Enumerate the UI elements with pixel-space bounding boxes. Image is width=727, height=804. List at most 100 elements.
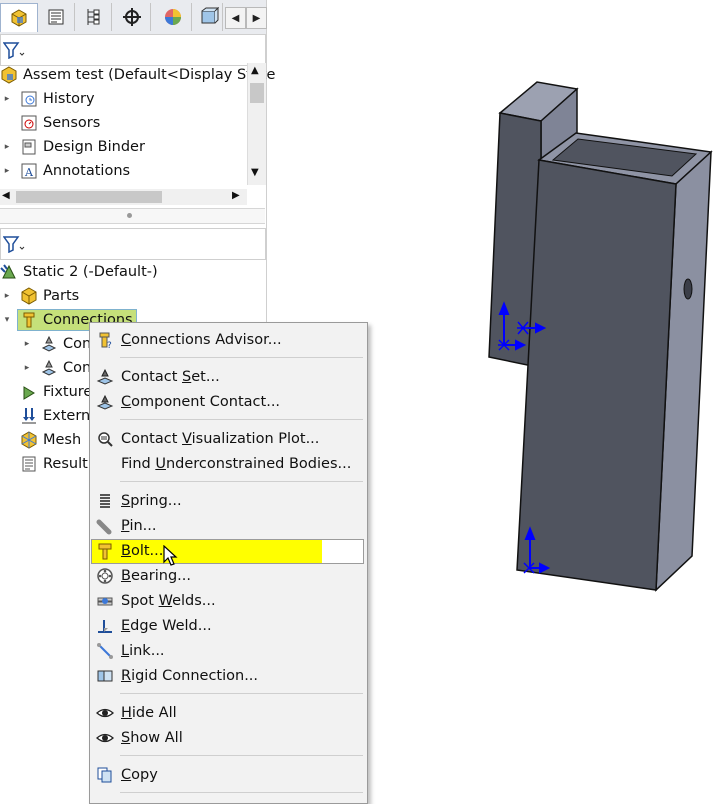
expand-arrow-icon[interactable]: ▸ xyxy=(0,166,14,176)
feature-manager-tab[interactable] xyxy=(0,3,38,32)
menu-label: Contact Visualization Plot... xyxy=(121,430,320,447)
menu-item-hide-all[interactable]: Hide All xyxy=(92,700,364,725)
menu-label: Edge Weld... xyxy=(121,617,212,634)
configuration-manager-tab[interactable] xyxy=(75,3,112,31)
menu-item-spot-welds[interactable]: Spot Welds... xyxy=(92,588,364,613)
configuration-icon xyxy=(87,9,100,25)
menu-separator xyxy=(120,693,363,694)
collapse-arrow-icon[interactable]: ▾ xyxy=(0,315,14,325)
bolt-icon xyxy=(95,541,115,561)
menu-separator xyxy=(120,755,363,756)
tab-scroll-left-button[interactable]: ◀ xyxy=(225,7,246,29)
advisor-icon: ? xyxy=(95,330,115,350)
tree-item-contact-set-2[interactable]: ▸ Con xyxy=(20,356,91,380)
feature-tree-vertical-scrollbar[interactable]: ▲ ▼ xyxy=(247,63,266,185)
static-study-icon xyxy=(0,263,18,281)
spot-weld-icon xyxy=(95,591,115,611)
model-front-box-face xyxy=(516,159,677,591)
menu-item-find-underconstrained-bodies[interactable]: Find Underconstrained Bodies... xyxy=(92,451,364,476)
menu-separator xyxy=(120,357,363,358)
menu-item-bolt[interactable]: Bolt... xyxy=(92,538,364,563)
scroll-thumb[interactable] xyxy=(16,191,162,203)
cube-tab-icon xyxy=(201,7,219,24)
menu-item-component-contact[interactable]: Component Contact... xyxy=(92,389,364,414)
expand-arrow-icon[interactable]: ▸ xyxy=(0,291,14,301)
scroll-up-icon[interactable]: ▲ xyxy=(251,65,259,76)
menu-item-edge-weld[interactable]: Edge Weld... xyxy=(92,613,364,638)
link-icon xyxy=(95,641,115,661)
property-manager-tab[interactable] xyxy=(38,3,75,31)
spring-icon xyxy=(95,491,115,511)
tree-item-label: Parts xyxy=(43,288,80,304)
menu-label: Pin... xyxy=(121,517,157,534)
tree-item-history[interactable]: ▸ History xyxy=(0,87,95,111)
fixture-icon xyxy=(20,383,38,401)
pane-splitter[interactable] xyxy=(0,208,265,224)
svg-text:A: A xyxy=(24,166,34,179)
tree-item-fixtures[interactable]: Fixtures xyxy=(0,380,100,404)
pin-icon xyxy=(95,516,115,536)
menu-item-copy[interactable]: Copy xyxy=(92,762,364,787)
history-icon xyxy=(20,90,38,108)
filter-icon xyxy=(3,236,25,253)
tree-item-sensors[interactable]: Sensors xyxy=(0,111,100,135)
tree-item-assembly-root[interactable]: Assem test (Default<Display State xyxy=(0,63,275,87)
menu-item-pin[interactable]: Pin... xyxy=(92,513,364,538)
assembly-icon xyxy=(0,66,18,84)
scroll-thumb[interactable] xyxy=(250,83,264,103)
tab-scroll-right-button[interactable]: ▶ xyxy=(246,7,267,29)
scroll-right-icon[interactable]: ▶ xyxy=(232,190,240,201)
tree-item-label: Con xyxy=(63,360,92,376)
scroll-down-icon[interactable]: ▼ xyxy=(251,167,259,178)
feature-tree-horizontal-scrollbar[interactable]: ◀ ▶ xyxy=(0,189,247,205)
connections-icon xyxy=(20,311,38,329)
menu-item-spring[interactable]: Spring... xyxy=(92,488,364,513)
tree-item-label: Design Binder xyxy=(43,139,145,155)
tree-item-external-loads[interactable]: Externa xyxy=(0,404,99,428)
menu-label: Bearing... xyxy=(121,567,191,584)
result-options-icon xyxy=(20,455,38,473)
expand-arrow-icon[interactable]: ▸ xyxy=(0,142,14,152)
menu-label: Hide All xyxy=(121,704,177,721)
splitter-grip-icon xyxy=(127,213,132,218)
eye-icon xyxy=(95,703,115,723)
filter-icon xyxy=(3,42,25,59)
menu-separator xyxy=(120,481,363,482)
dimxpert-tab[interactable] xyxy=(114,3,151,31)
expand-arrow-icon[interactable]: ▸ xyxy=(20,339,34,349)
tree-item-design-binder[interactable]: ▸ Design Binder xyxy=(0,135,145,159)
menu-item-link[interactable]: Link... xyxy=(92,638,364,663)
scroll-left-icon[interactable]: ◀ xyxy=(2,190,10,201)
menu-separator xyxy=(120,792,363,793)
menu-item-show-all[interactable]: Show All xyxy=(92,725,364,750)
menu-label: Rigid Connection... xyxy=(121,667,259,684)
menu-label: Copy xyxy=(121,766,158,783)
extra-tab[interactable] xyxy=(196,3,223,31)
menu-label: Spot Welds... xyxy=(121,592,216,609)
menu-label: Find Underconstrained Bodies... xyxy=(121,455,352,472)
menu-label: Component Contact... xyxy=(121,393,281,410)
tree-item-static-study[interactable]: Static 2 (-Default-) xyxy=(0,260,158,284)
simulation-tree-filter[interactable] xyxy=(0,228,266,260)
expand-arrow-icon[interactable]: ▸ xyxy=(20,363,34,373)
menu-label: Show All xyxy=(121,729,183,746)
feature-tree-filter[interactable] xyxy=(0,34,266,66)
menu-label: Contact Set... xyxy=(121,368,220,385)
display-manager-tab[interactable] xyxy=(155,3,192,31)
menu-item-contact-visualization-plot[interactable]: Contact Visualization Plot... xyxy=(92,426,364,451)
tree-item-parts[interactable]: ▸ Parts xyxy=(0,284,79,308)
tree-item-label: Mesh xyxy=(43,432,82,448)
expand-arrow-icon[interactable]: ▸ xyxy=(0,94,14,104)
tree-item-annotations[interactable]: ▸ A Annotations xyxy=(0,159,130,183)
menu-item-rigid-connection[interactable]: Rigid Connection... xyxy=(92,663,364,688)
menu-label: Connections Advisor... xyxy=(121,331,282,348)
external-load-icon xyxy=(20,407,38,425)
menu-item-bearing[interactable]: Bearing... xyxy=(92,563,364,588)
menu-label: Link... xyxy=(121,642,165,659)
menu-item-connections-advisor[interactable]: ? Connections Advisor... xyxy=(92,327,364,352)
contact-set-icon xyxy=(95,367,115,387)
menu-item-contact-set[interactable]: Contact Set... xyxy=(92,364,364,389)
tree-item-contact-set-1[interactable]: ▸ Con xyxy=(20,332,91,356)
tree-item-label: Con xyxy=(63,336,92,352)
tree-item-mesh[interactable]: Mesh xyxy=(0,428,81,452)
